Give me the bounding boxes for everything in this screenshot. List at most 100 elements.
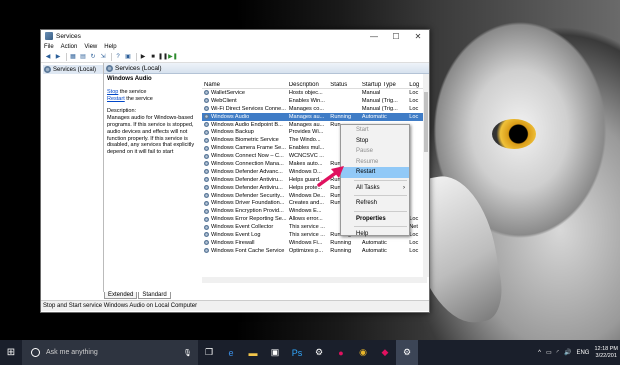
service-name: Windows Audio [211,113,250,120]
view-icon[interactable]: ▣ [124,53,132,61]
console-tree-icon[interactable]: ▦ [69,53,77,61]
minimize-button[interactable]: — [363,30,385,42]
refresh-icon[interactable]: ↻ [89,53,97,61]
cell-startup-type: Manual (Trig... [361,105,398,112]
properties-icon[interactable]: ▤ [79,53,87,61]
table-row[interactable]: Windows Font Cache Service Optimizes p...… [202,247,427,255]
cell-name: Windows Driver Foundation... [202,200,287,206]
restart-service-link[interactable]: Restart [107,96,125,102]
settings-icon[interactable]: ⚙ [308,340,330,365]
column-header-status[interactable]: Status [328,82,360,88]
horizontal-scrollbar[interactable] [202,277,427,283]
language-indicator[interactable]: ENG [576,350,589,356]
service-name: Windows Driver Foundation... [211,200,285,207]
cell-description: WCNCSVC ... [288,153,324,160]
app-icon[interactable]: ◆ [374,340,396,365]
cell-name: Windows Audio Endpoint B... [202,122,287,128]
service-gear-icon [204,122,209,127]
console-tree: Services (Local) [41,63,104,292]
network-icon[interactable]: ▭ [546,349,552,356]
export-icon[interactable]: ⇲ [99,53,107,61]
table-row[interactable]: Windows Firewall Windows Fi... Running Auto… [202,239,427,247]
menu-item-restart[interactable]: Restart [341,167,409,178]
table-row[interactable]: Windows Audio Manages au... Running Automat… [202,112,427,121]
close-button[interactable]: ✕ [407,30,429,42]
menu-item-refresh[interactable]: Refresh [341,198,409,209]
column-headers: Name Description Status Startup Type Log [202,74,427,89]
table-row[interactable]: WebClient Enables Win... Manual (Trig... Lo… [202,97,427,105]
service-name: Windows Event Log [211,231,261,238]
toolbar-divider [136,52,137,61]
cell-description: Windows E... [288,208,322,215]
show-hidden-icons-icon[interactable]: ^ [538,350,541,356]
service-gear-icon [204,216,209,222]
cell-name: Windows Backup [202,129,287,135]
edge-icon[interactable]: e [220,340,242,365]
wifi-icon[interactable]: ◜ [557,349,559,356]
file-explorer-icon[interactable]: ▬ [242,340,264,365]
column-header-startup-type[interactable]: Startup Type [360,82,407,88]
cell-description: Allows error... [288,216,323,223]
service-name: WalletService [211,89,245,96]
forward-icon[interactable]: ▶ [54,53,62,61]
menu-item-stop[interactable]: Stop [341,136,409,147]
chrome-icon[interactable]: ◉ [352,340,374,365]
menu-separator [354,210,407,212]
tab-extended[interactable]: Extended [104,292,138,299]
help-icon[interactable]: ? [114,53,122,61]
cell-name: Windows Error Reporting Se... [202,216,287,222]
maximize-button[interactable]: ☐ [385,30,407,42]
photoshop-icon[interactable]: Ps [286,340,308,365]
stop-service-icon[interactable]: ■ [149,53,157,61]
service-gear-icon [204,129,209,135]
menu-item-properties[interactable]: Properties [341,214,409,225]
service-name: Windows Encryption Provid... [211,208,284,215]
microphone-icon[interactable]: 🎙 [183,349,192,357]
table-row[interactable]: Wi-Fi Direct Services Conne... Manages co… [202,105,427,113]
menu-item-help[interactable]: Help [341,229,409,240]
restart-service-icon[interactable]: ▶❚ [168,53,178,61]
service-gear-icon [204,185,209,191]
table-row[interactable]: WalletService Hosts objec... Manual Loc [202,89,427,97]
stop-link-suffix: the service [118,88,147,95]
volume-icon[interactable]: 🔊 [564,349,571,356]
task-view-icon[interactable]: ❐ [198,340,220,365]
services-taskbar-icon[interactable]: ⚙ [396,340,418,365]
eagle-eye [492,119,536,149]
menu-help[interactable]: Help [104,44,116,50]
pane-title: Services (Local) [115,64,162,72]
gear-icon [106,64,113,72]
menu-action[interactable]: Action [61,44,78,50]
column-header-name[interactable]: Name [202,82,287,88]
menu-view[interactable]: View [84,44,97,50]
cell-description: Enables Win... [288,97,325,104]
taskbar-search[interactable]: Ask me anything 🎙 [22,340,198,365]
cell-name: WalletService [202,90,287,96]
stop-service-link[interactable]: Stop [107,89,118,95]
start-button[interactable]: ⊞ [0,340,22,365]
window-title: Services [56,32,81,40]
menu-item-resume[interactable]: Resume [341,157,409,168]
scrollbar-thumb[interactable] [424,92,428,152]
store-icon[interactable]: ▣ [264,340,286,365]
clock[interactable]: 12:18 PM 3/22/201 [594,346,618,359]
column-header-description[interactable]: Description [287,82,328,88]
menu-item-start[interactable]: Start [341,125,409,136]
cell-name: Windows Defender Security... [202,193,287,199]
tree-item-services-local[interactable]: Services (Local) [43,65,103,74]
service-description-panel: Windows Audio Stop the service Restart t… [105,74,205,283]
view-tabs: Extended Standard [104,292,172,299]
service-gear-icon [204,240,209,246]
toolbar-divider [66,52,67,61]
back-icon[interactable]: ◀ [44,53,52,61]
start-service-icon[interactable]: ▶ [139,53,147,61]
menu-item-all-tasks[interactable]: All Tasks › [341,183,409,194]
menu-file[interactable]: File [44,44,54,50]
tab-standard[interactable]: Standard [138,292,171,299]
cell-description: The Windo... [288,137,321,144]
pause-service-icon[interactable]: ❚❚ [158,53,168,61]
vertical-scrollbar[interactable] [423,74,429,277]
menu-item-pause[interactable]: Pause [341,146,409,157]
title-bar[interactable]: Services — ☐ ✕ [41,30,429,42]
media-player-icon[interactable]: ● [330,340,352,365]
